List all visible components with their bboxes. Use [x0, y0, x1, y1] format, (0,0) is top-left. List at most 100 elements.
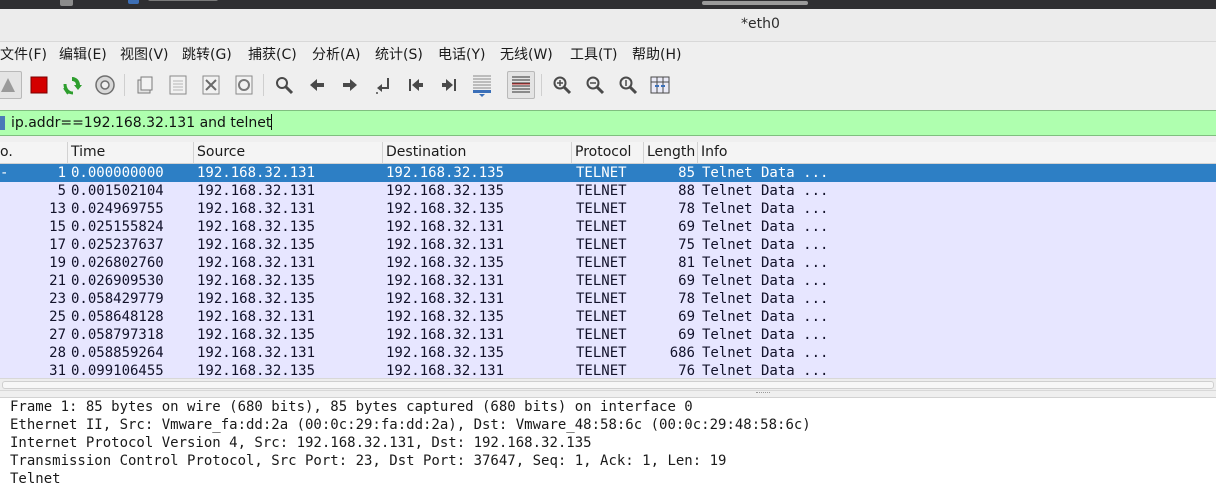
column-header-no[interactable]: o.: [0, 144, 13, 160]
detail-ipv4[interactable]: Internet Protocol Version 4, Src: 192.16…: [10, 434, 592, 452]
menu-go[interactable]: 跳转(G): [182, 44, 232, 64]
packet-row[interactable]: 5 0.001502104 192.168.32.131 192.168.32.…: [0, 182, 1216, 200]
packet-length: 78: [678, 291, 695, 307]
splitter-grip[interactable]: [756, 392, 770, 395]
packet-protocol: TELNET: [576, 201, 627, 217]
menu-file[interactable]: 文件(F): [0, 44, 47, 64]
go-back-button[interactable]: [303, 71, 331, 99]
first-packet-icon: [409, 79, 423, 91]
column-divider[interactable]: [67, 142, 68, 163]
go-back-icon: [310, 79, 324, 91]
menu-wireless[interactable]: 无线(W): [500, 44, 553, 64]
column-header-destination[interactable]: Destination: [386, 144, 466, 160]
toolbar-separator: [263, 74, 264, 96]
menu-capture[interactable]: 捕获(C): [248, 44, 297, 64]
packet-info: Telnet Data ...: [702, 255, 829, 271]
packet-row-selected[interactable]: - 1 0.000000000 192.168.32.131 192.168.3…: [0, 164, 1216, 182]
display-filter-text: ip.addr==192.168.32.131 and telnet: [11, 115, 272, 131]
packet-info: Telnet Data ...: [702, 363, 829, 379]
reload-file-button[interactable]: [230, 71, 258, 99]
zoom-out-button[interactable]: [581, 71, 609, 99]
stop-capture-button[interactable]: [25, 71, 53, 99]
colorize-button[interactable]: [507, 71, 535, 99]
packet-info: Telnet Data ...: [702, 327, 829, 343]
packet-row[interactable]: 28 0.058859264 192.168.32.131 192.168.32…: [0, 344, 1216, 362]
column-divider[interactable]: [697, 142, 698, 163]
packet-row[interactable]: 19 0.026802760 192.168.32.131 192.168.32…: [0, 254, 1216, 272]
menu-bar: 文件(F) 编辑(E) 视图(V) 跳转(G) 捕获(C) 分析(A) 统计(S…: [0, 42, 1216, 66]
packet-info: Telnet Data ...: [702, 237, 829, 253]
column-header-time[interactable]: Time: [71, 144, 105, 160]
packet-row[interactable]: 17 0.025237637 192.168.32.135 192.168.32…: [0, 236, 1216, 254]
column-divider[interactable]: [193, 142, 194, 163]
column-divider[interactable]: [643, 142, 644, 163]
detail-ethernet[interactable]: Ethernet II, Src: Vmware_fa:dd:2a (00:0c…: [10, 416, 811, 434]
reload-file-icon: [235, 75, 253, 95]
close-file-button[interactable]: [197, 71, 225, 99]
packet-row[interactable]: 23 0.058429779 192.168.32.135 192.168.32…: [0, 290, 1216, 308]
detail-tcp[interactable]: Transmission Control Protocol, Src Port:…: [10, 452, 726, 470]
packet-list-horizontal-scrollbar[interactable]: [0, 378, 1216, 391]
open-file-button[interactable]: [131, 71, 159, 99]
normal-size-button[interactable]: [614, 71, 642, 99]
start-capture-button[interactable]: [0, 71, 22, 99]
packet-row[interactable]: 15 0.025155824 192.168.32.135 192.168.32…: [0, 218, 1216, 236]
display-filter-input[interactable]: ip.addr==192.168.32.131 and telnet: [11, 114, 273, 131]
packet-destination: 192.168.32.135: [386, 201, 505, 217]
packet-length: 75: [678, 237, 695, 253]
text-caret: [271, 114, 273, 130]
menu-edit[interactable]: 编辑(E): [59, 44, 107, 64]
packet-row[interactable]: 31 0.099106455 192.168.32.135 192.168.32…: [0, 362, 1216, 379]
last-packet-button[interactable]: [435, 71, 463, 99]
packet-time: 0.099106455: [71, 363, 164, 379]
packet-destination: 192.168.32.131: [386, 219, 505, 235]
column-divider[interactable]: [382, 142, 383, 163]
bookmark-filter-icon[interactable]: [0, 116, 5, 130]
menu-help[interactable]: 帮助(H): [632, 44, 681, 64]
window-title-bar: *eth0: [0, 9, 1216, 42]
resize-columns-button[interactable]: [646, 71, 674, 99]
restart-capture-button[interactable]: [58, 71, 86, 99]
menu-tools[interactable]: 工具(T): [570, 44, 617, 64]
menu-telephony[interactable]: 电话(Y): [438, 44, 485, 64]
packet-length: 69: [678, 273, 695, 289]
packet-source: 192.168.32.131: [197, 201, 316, 217]
go-forward-icon: [343, 79, 357, 91]
packet-row[interactable]: 13 0.024969755 192.168.32.131 192.168.32…: [0, 200, 1216, 218]
column-header-info[interactable]: Info: [701, 144, 728, 160]
go-to-packet-button[interactable]: [369, 71, 397, 99]
find-packet-button[interactable]: [270, 71, 298, 99]
packet-source: 192.168.32.135: [197, 291, 316, 307]
column-header-protocol[interactable]: Protocol: [575, 144, 631, 160]
column-header-source[interactable]: Source: [197, 144, 245, 160]
detail-telnet[interactable]: Telnet: [10, 470, 61, 488]
capture-options-button[interactable]: [91, 71, 119, 99]
column-header-length[interactable]: Length: [647, 144, 695, 160]
scrollbar-thumb[interactable]: [2, 381, 1214, 389]
go-forward-button[interactable]: [336, 71, 364, 99]
packet-length: 76: [678, 363, 695, 379]
packet-destination: 192.168.32.131: [386, 327, 505, 343]
packet-time: 0.025237637: [71, 237, 164, 253]
start-capture-icon: [1, 78, 15, 92]
packet-row[interactable]: 21 0.026909530 192.168.32.135 192.168.32…: [0, 272, 1216, 290]
packet-length: 686: [669, 345, 695, 361]
menu-view[interactable]: 视图(V): [120, 44, 169, 64]
packet-source: 192.168.32.135: [197, 273, 316, 289]
packet-row[interactable]: 27 0.058797318 192.168.32.135 192.168.32…: [0, 326, 1216, 344]
zoom-in-button[interactable]: [548, 71, 576, 99]
menu-statistics[interactable]: 统计(S): [375, 44, 423, 64]
column-divider[interactable]: [571, 142, 572, 163]
packet-length: 78: [678, 201, 695, 217]
menu-analyze[interactable]: 分析(A): [312, 44, 361, 64]
packet-no: 13: [49, 201, 66, 217]
detail-frame[interactable]: Frame 1: 85 bytes on wire (680 bits), 85…: [10, 398, 693, 416]
system-tray-icon: [60, 0, 73, 6]
packet-source: 192.168.32.135: [197, 237, 316, 253]
auto-scroll-button[interactable]: [468, 71, 496, 99]
first-packet-button[interactable]: [402, 71, 430, 99]
save-file-button[interactable]: [164, 71, 192, 99]
packet-destination: 192.168.32.135: [386, 309, 505, 325]
taskbar-app-wireshark[interactable]: [128, 0, 218, 4]
packet-row[interactable]: 25 0.058648128 192.168.32.131 192.168.32…: [0, 308, 1216, 326]
